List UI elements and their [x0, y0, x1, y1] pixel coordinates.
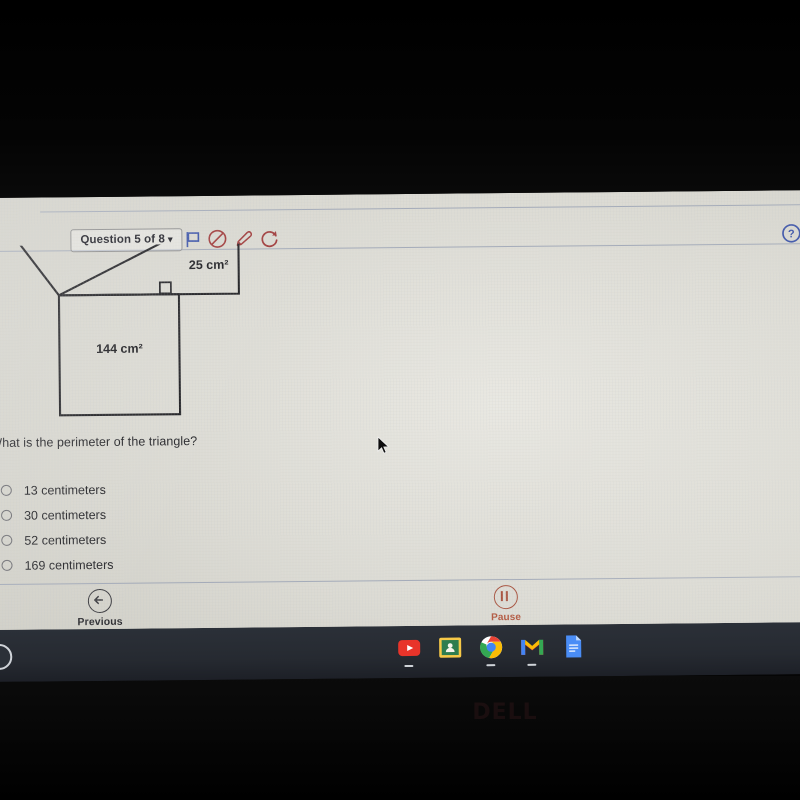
launcher-icon[interactable]: [0, 643, 13, 671]
choice-d[interactable]: 169 centimeters: [1, 549, 401, 578]
chromeos-shelf: [0, 622, 800, 682]
chrome-icon[interactable]: [478, 634, 504, 660]
pause-icon: [493, 584, 518, 610]
help-icon[interactable]: ?: [780, 222, 800, 244]
arrow-left-icon: [87, 588, 112, 614]
previous-label: Previous: [77, 615, 123, 629]
dell-brand-logo: DELL: [472, 700, 538, 725]
shelf-active-dot: [404, 664, 414, 668]
laptop-screen: Question 5 of 8 ▾ ? 25 cm² 144 cm² What …: [0, 190, 800, 638]
footer-rule: [0, 576, 800, 585]
youtube-icon[interactable]: [396, 635, 422, 661]
gmail-icon[interactable]: [519, 634, 545, 660]
right-angle-marker: [158, 281, 172, 295]
laptop-photo: DELL Question 5 of 8 ▾ ? 25 cm² 144 cm² …: [0, 0, 800, 800]
choice-b[interactable]: 30 centimeters: [0, 499, 401, 528]
docs-icon[interactable]: [560, 633, 586, 659]
choice-label: 52 centimeters: [24, 532, 107, 548]
question-text: What is the perimeter of the triangle?: [0, 434, 198, 451]
radio-button[interactable]: [0, 509, 13, 521]
svg-text:?: ?: [788, 228, 795, 240]
pause-label: Pause: [491, 611, 522, 624]
classroom-icon[interactable]: [437, 634, 463, 660]
bezel-top: [0, 0, 800, 200]
shelf-active-dot: [527, 663, 537, 666]
radio-button[interactable]: [1, 534, 13, 546]
geometry-figure: 25 cm² 144 cm²: [0, 230, 264, 436]
pause-button[interactable]: Pause: [480, 584, 532, 624]
shelf-active-dot: [486, 664, 496, 667]
previous-button[interactable]: Previous: [74, 588, 126, 629]
chevron-down-icon: ▾: [167, 234, 173, 245]
choice-c[interactable]: 52 centimeters: [1, 524, 401, 553]
answer-choices: 13 centimeters 30 centimeters 52 centime…: [0, 474, 402, 578]
bezel-bottom: [0, 676, 800, 800]
choice-label: 169 centimeters: [24, 557, 114, 573]
choice-label: 13 centimeters: [23, 482, 106, 498]
mouse-pointer: [377, 436, 391, 456]
choice-label: 30 centimeters: [23, 507, 107, 523]
radio-button[interactable]: [0, 484, 12, 496]
quiz-page: Question 5 of 8 ▾ ? 25 cm² 144 cm² What …: [0, 190, 800, 638]
choice-a[interactable]: 13 centimeters: [0, 474, 401, 503]
radio-button[interactable]: [1, 559, 13, 571]
svg-text:25 cm²: 25 cm²: [189, 258, 229, 272]
svg-text:144 cm²: 144 cm²: [96, 342, 143, 356]
